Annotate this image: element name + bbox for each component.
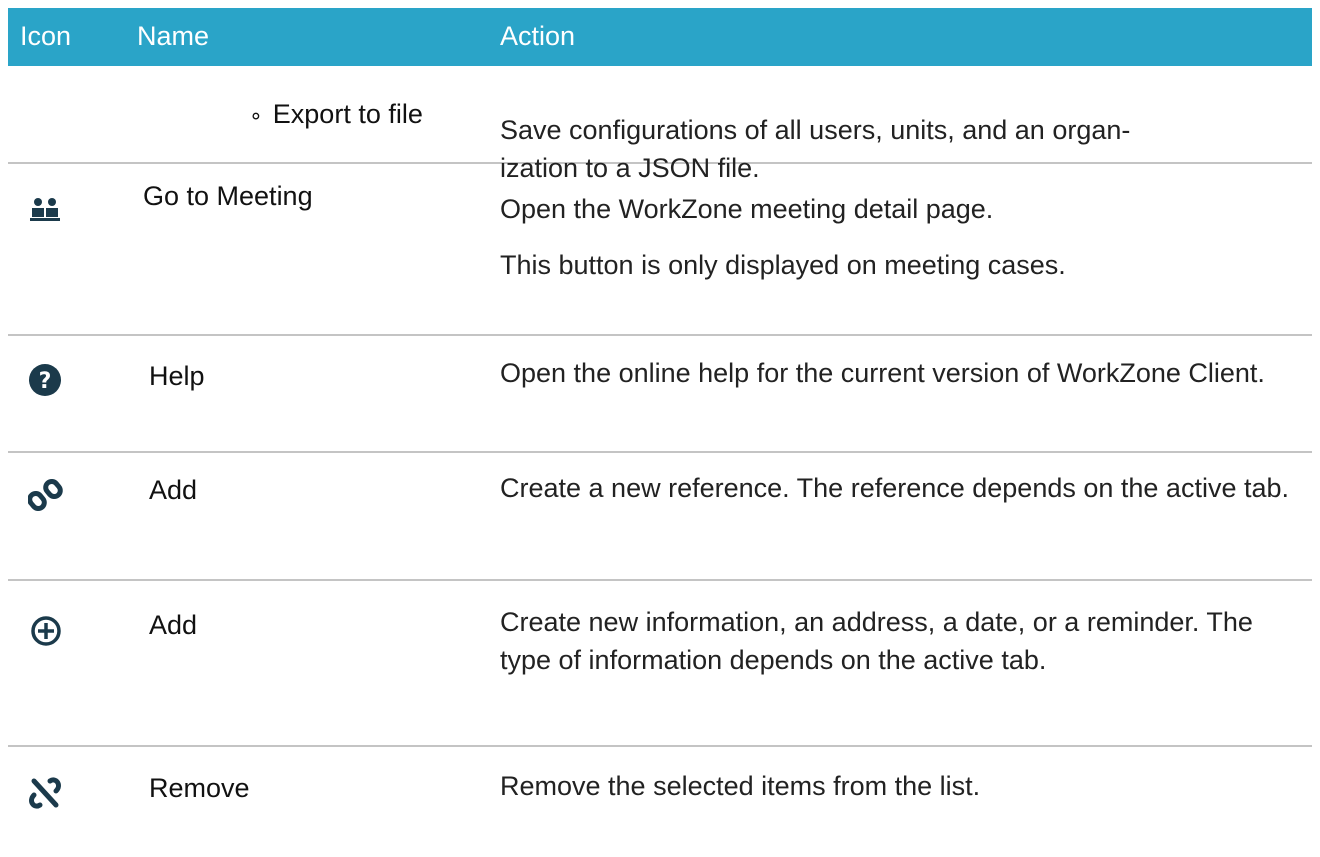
row-name: Remove [149, 773, 250, 803]
action-text: Open the WorkZone meeting detail page. [500, 194, 994, 224]
unlink-icon [28, 775, 62, 811]
bullet-glyph: ∘ [249, 103, 263, 128]
row-name-text: Export to file [272, 99, 423, 129]
header-action: Action [500, 21, 576, 51]
row-name: Add [149, 610, 198, 640]
row-action: Create new information, an address, a da… [500, 603, 1310, 679]
row-name: Go to Meeting [143, 181, 313, 211]
row-action: Open the WorkZone meeting detail page. T… [500, 190, 1310, 284]
row-name: Help [149, 361, 205, 391]
action-text: This button is only displayed on meeting… [500, 250, 1066, 280]
action-text: Create a new reference. The reference de… [500, 473, 1289, 503]
row-action: Remove the selected items from the list. [500, 767, 1310, 805]
command-table: Icon Name Action ∘ Export to file Save co… [8, 8, 1312, 857]
table-row: ∘ Export to file Save configurations of a… [8, 66, 1312, 183]
row-name: ∘ Export to file [249, 99, 423, 130]
action-text: Create new information, an address, a da… [500, 607, 1253, 675]
row-action: Create a new reference. The reference de… [500, 469, 1310, 507]
table-row: Add Create a new reference. The referenc… [8, 453, 1312, 581]
row-name: Add [149, 475, 198, 505]
action-text: Open the online help for the current ver… [500, 358, 1265, 388]
table-header: Icon Name Action [8, 8, 1312, 66]
help-icon: ? [28, 363, 62, 397]
row-action: Open the online help for the current ver… [500, 354, 1310, 392]
table-row: Go to Meeting Open the WorkZone meeting … [8, 164, 1312, 336]
svg-text:?: ? [39, 369, 52, 394]
table-row: Remove Remove the selected items from th… [8, 747, 1312, 857]
meeting-icon [30, 197, 60, 221]
header-icon: Icon [20, 21, 72, 51]
table-row: Add Create new information, an address, … [8, 581, 1312, 747]
header-name: Name [137, 21, 210, 51]
table-row: ? Help Open the online help for the curr… [8, 336, 1312, 453]
plus-circle-icon [30, 615, 62, 647]
link-icon [28, 477, 64, 513]
action-text: Remove the selected items from the list. [500, 771, 981, 801]
